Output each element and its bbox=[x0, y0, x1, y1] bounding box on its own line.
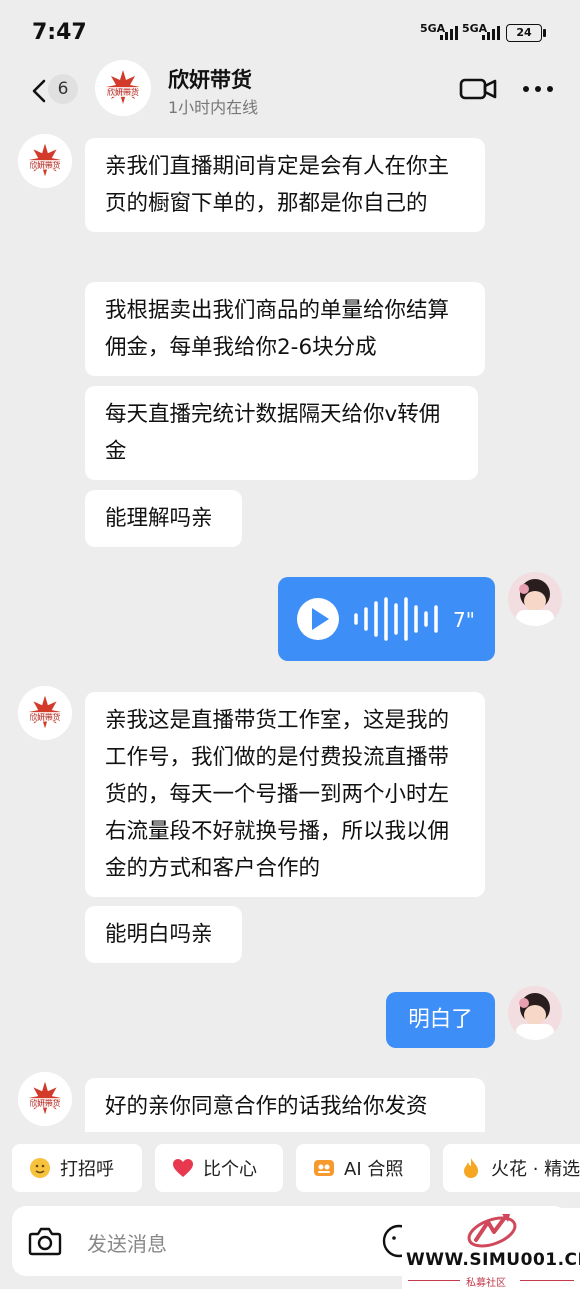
avatar-logo-text: 欣妍带货 bbox=[30, 712, 61, 722]
message-bubble[interactable]: 亲我们直播期间肯定是会有人在你主页的橱窗下单的，那都是你自己的 bbox=[85, 138, 485, 232]
status-time: 7:47 bbox=[32, 20, 87, 45]
contact-avatar-small[interactable]: 欣妍带货 bbox=[18, 1072, 72, 1126]
signal-bars-1-icon bbox=[440, 26, 458, 40]
quick-action-label: AI 合照 bbox=[344, 1159, 404, 1180]
user-photo bbox=[508, 986, 562, 1040]
brand-logo-icon: 欣妍带货 bbox=[18, 134, 72, 188]
voice-waveform-icon bbox=[354, 597, 438, 641]
avatar-logo-text: 欣妍带货 bbox=[30, 160, 61, 170]
user-avatar[interactable] bbox=[508, 572, 562, 626]
site-watermark: WWW.SIMU001.CN 私募社区 bbox=[402, 1208, 580, 1289]
message-bubble-sent[interactable]: 明白了 bbox=[386, 992, 495, 1048]
brand-logo-icon: 欣妍带货 bbox=[18, 1072, 72, 1126]
status-bar: 7:47 5GA 5GA 24 bbox=[0, 0, 580, 60]
watermark-logo-icon bbox=[467, 1214, 517, 1248]
avatar-logo-text: 欣妍带货 bbox=[107, 87, 139, 97]
contact-avatar[interactable]: 欣妍带货 bbox=[95, 60, 151, 116]
voice-message-bubble[interactable]: 7" bbox=[278, 577, 495, 661]
quick-action-label: 火花 · 精选 bbox=[491, 1159, 580, 1180]
message-bubble[interactable]: 我根据卖出我们商品的单量给你结算佣金，每单我给你2-6块分成 bbox=[85, 282, 485, 376]
play-icon[interactable] bbox=[297, 598, 339, 640]
message-list[interactable]: 欣妍带货 亲我们直播期间肯定是会有人在你主页的橱窗下单的，那都是你自己的 我根据… bbox=[0, 122, 580, 1132]
ai-photo-icon bbox=[314, 1160, 334, 1176]
battery-icon: 24 bbox=[506, 24, 546, 42]
message-bubble[interactable]: 每天直播完统计数据隔天给你v转佣金 bbox=[85, 386, 478, 480]
user-photo bbox=[508, 572, 562, 626]
quick-action-ai-photo[interactable]: AI 合照 bbox=[296, 1144, 430, 1192]
brand-logo-icon: 欣妍带货 bbox=[18, 686, 72, 740]
voice-duration: 7" bbox=[453, 608, 475, 632]
unread-count-badge[interactable]: 6 bbox=[48, 74, 78, 104]
quick-action-greet[interactable]: 打招呼 bbox=[12, 1144, 142, 1192]
watermark-divider bbox=[520, 1280, 574, 1281]
quick-actions-bar: 打招呼 比个心 AI 合照 火花 · 精选 bbox=[0, 1140, 580, 1196]
watermark-subtext: 私募社区 bbox=[466, 1278, 506, 1289]
contact-avatar-small[interactable]: 欣妍带货 bbox=[18, 686, 72, 740]
video-call-icon[interactable] bbox=[458, 74, 498, 104]
message-bubble[interactable]: 能明白吗亲 bbox=[85, 906, 242, 963]
quick-action-label: 比个心 bbox=[203, 1159, 257, 1180]
message-bubble[interactable]: 好的亲你同意合作的话我给你发资 bbox=[85, 1078, 485, 1132]
chat-header: 6 欣妍带货 欣妍带货 1小时内在线 bbox=[0, 60, 580, 122]
signal-bars-2-icon bbox=[482, 26, 500, 40]
quick-action-heart[interactable]: 比个心 bbox=[155, 1144, 283, 1192]
quick-action-spark[interactable]: 火花 · 精选 bbox=[443, 1144, 580, 1192]
heart-icon bbox=[173, 1159, 193, 1177]
contact-avatar-small[interactable]: 欣妍带货 bbox=[18, 134, 72, 188]
more-options-icon[interactable] bbox=[518, 76, 558, 102]
online-status: 1小时内在线 bbox=[168, 98, 259, 117]
message-bubble[interactable]: 能理解吗亲 bbox=[85, 490, 242, 547]
wave-emoji-icon bbox=[30, 1158, 50, 1178]
camera-icon[interactable] bbox=[26, 1222, 64, 1260]
quick-action-label: 打招呼 bbox=[60, 1159, 114, 1180]
user-avatar[interactable] bbox=[508, 986, 562, 1040]
watermark-divider bbox=[408, 1280, 460, 1281]
message-input-placeholder[interactable]: 发送消息 bbox=[87, 1228, 167, 1257]
watermark-text: WWW.SIMU001.CN bbox=[406, 1250, 580, 1270]
spark-icon bbox=[464, 1158, 478, 1178]
brand-logo-icon: 欣妍带货 bbox=[95, 60, 151, 116]
avatar-logo-text: 欣妍带货 bbox=[30, 1098, 61, 1108]
message-bubble[interactable]: 亲我这是直播带货工作室，这是我的工作号，我们做的是付费投流直播带货的，每天一个号… bbox=[85, 692, 485, 897]
contact-name[interactable]: 欣妍带货 bbox=[168, 64, 252, 94]
